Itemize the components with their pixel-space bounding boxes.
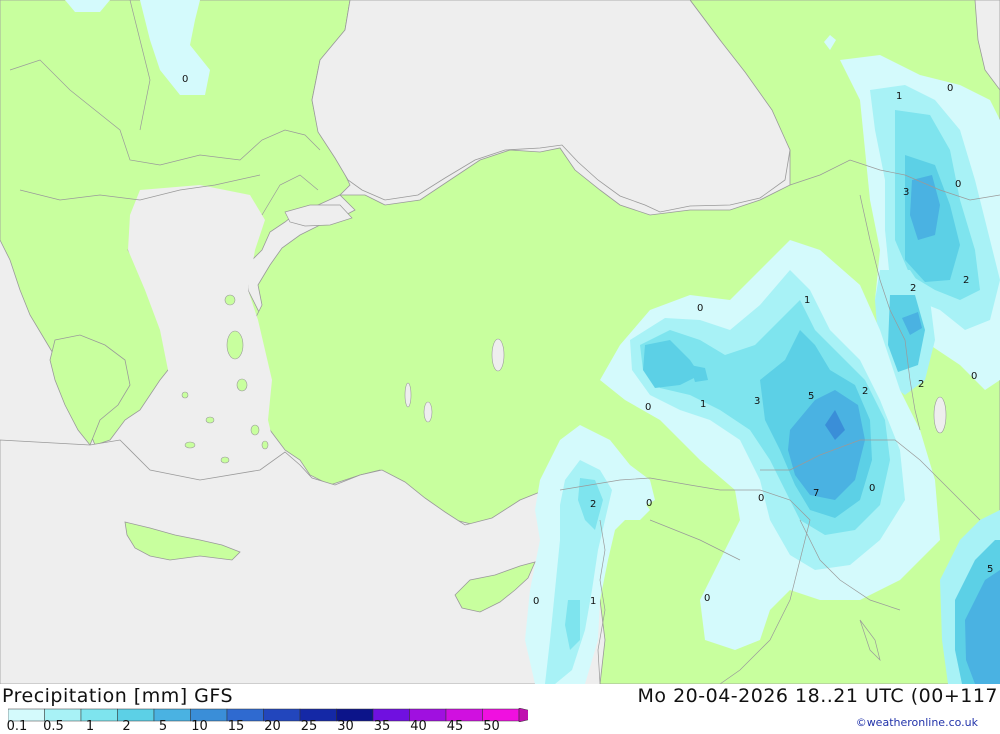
legend-tick-label: 50 xyxy=(483,719,500,734)
value-label: 2 xyxy=(910,283,916,294)
map-title: Precipitation [mm] GFS xyxy=(2,685,234,707)
legend-tick-label: 0.5 xyxy=(43,719,64,734)
value-label: 0 xyxy=(955,179,961,190)
value-label: 0 xyxy=(704,593,710,604)
legend-tick-label: 40 xyxy=(410,719,427,734)
value-label: 1 xyxy=(896,91,902,102)
legend-tick-label: 2 xyxy=(122,719,131,734)
value-label: 0 xyxy=(182,74,188,85)
value-label: 3 xyxy=(754,396,760,407)
value-label: 7 xyxy=(813,488,819,499)
legend-swatch xyxy=(518,708,528,722)
value-label: 3 xyxy=(903,187,909,198)
value-label: 0 xyxy=(646,498,652,509)
legend-tick-label: 0.1 xyxy=(6,719,28,734)
legend-tick-label: 15 xyxy=(227,719,245,734)
legend-tick-label: 1 xyxy=(85,719,95,734)
value-label: 2 xyxy=(862,386,868,397)
legend-tick-label: 30 xyxy=(337,719,354,734)
value-label: 0 xyxy=(697,303,703,314)
value-label: 2 xyxy=(963,275,969,286)
legend-tick-label: 25 xyxy=(300,719,318,734)
legend-tick-label: 35 xyxy=(373,719,391,734)
legend-tick-label: 10 xyxy=(191,719,208,734)
valid-time: Mo 20-04-2026 18..21 UTC (00+117 xyxy=(637,685,998,707)
value-label: 1 xyxy=(700,399,706,410)
value-label: 0 xyxy=(947,83,953,94)
value-label: 0 xyxy=(971,371,977,382)
precipitation-map: 0 1 0 3 0 2 2 2 0 0 1 1 3 5 2 0 7 0 0 2 … xyxy=(0,0,1000,684)
legend-tick-label: 5 xyxy=(158,719,168,734)
value-label: 5 xyxy=(808,391,814,402)
legend-tick-label: 20 xyxy=(264,719,281,734)
value-label: 0 xyxy=(869,483,875,494)
value-label: 2 xyxy=(590,499,596,510)
value-label: 2 xyxy=(918,379,924,390)
credit[interactable]: ©weatheronline.co.uk xyxy=(856,716,978,729)
value-label: 0 xyxy=(533,596,539,607)
value-label: 0 xyxy=(645,402,651,413)
map-footer: Precipitation [mm] GFS Mo 20-04-2026 18.… xyxy=(0,684,1000,734)
value-label: 1 xyxy=(804,295,810,306)
value-label: 0 xyxy=(758,493,764,504)
legend-tick-label: 45 xyxy=(446,719,464,734)
value-label: 5 xyxy=(987,564,993,575)
value-label: 1 xyxy=(590,596,596,607)
